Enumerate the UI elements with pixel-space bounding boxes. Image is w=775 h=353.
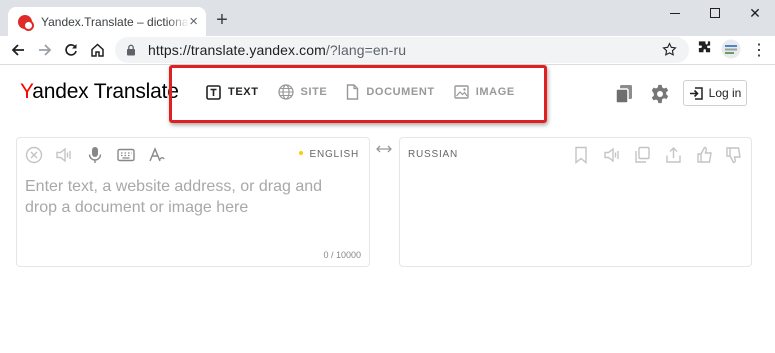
- target-panel: RUSSIAN: [399, 137, 752, 267]
- keyboard-icon[interactable]: [117, 146, 135, 164]
- minimize-button[interactable]: [655, 0, 695, 26]
- source-language-label: ENGLISH: [309, 149, 359, 160]
- target-language-selector[interactable]: RUSSIAN: [408, 149, 458, 160]
- handwriting-icon[interactable]: [148, 146, 166, 164]
- extensions-puzzle-icon[interactable]: [697, 40, 712, 55]
- tab-document-label: DOCUMENT: [366, 86, 435, 98]
- character-counter: 0 / 10000: [323, 250, 361, 260]
- detected-language-dot-icon: [299, 151, 304, 156]
- tab-document[interactable]: DOCUMENT: [346, 84, 434, 100]
- login-icon: [689, 86, 703, 100]
- text-icon: [206, 84, 221, 100]
- new-tab-button[interactable]: +: [212, 10, 232, 30]
- tab-text[interactable]: TEXT: [206, 84, 259, 100]
- settings-gear-icon[interactable]: [650, 84, 670, 104]
- swap-languages-icon[interactable]: [376, 144, 392, 154]
- thumbs-down-icon[interactable]: [725, 146, 742, 164]
- bookmark-icon[interactable]: [573, 146, 589, 164]
- tab-site[interactable]: SITE: [277, 84, 328, 100]
- target-language-label: RUSSIAN: [408, 149, 459, 160]
- maximize-button[interactable]: [695, 0, 735, 26]
- source-text-input[interactable]: Enter text, a website address, or drag a…: [25, 176, 345, 218]
- tab-title: Yandex.Translate – dictionary a: [41, 14, 189, 29]
- profile-avatar-icon[interactable]: [721, 39, 741, 59]
- clear-text-icon[interactable]: [25, 146, 43, 164]
- home-icon: [90, 43, 104, 57]
- browser-tab[interactable]: Yandex.Translate – dictionary a ×: [8, 7, 206, 36]
- browser-toolbar: https://translate.yandex.com/?lang=en-ru…: [0, 36, 775, 65]
- target-speaker-icon[interactable]: [603, 146, 621, 164]
- copy-icon[interactable]: [634, 146, 651, 164]
- speaker-icon[interactable]: [55, 146, 73, 164]
- home-button[interactable]: [86, 39, 108, 61]
- tab-close-icon[interactable]: ×: [189, 14, 198, 29]
- source-panel: ENGLISH Enter text, a website address, o…: [16, 137, 370, 267]
- browser-tabstrip: Yandex.Translate – dictionary a × + ✕: [0, 0, 775, 36]
- thumbs-up-icon[interactable]: [696, 146, 713, 164]
- lock-icon: [127, 44, 135, 56]
- yandex-favicon-icon: [18, 14, 34, 31]
- tab-image[interactable]: IMAGE: [454, 85, 515, 99]
- collections-icon[interactable]: [614, 84, 634, 104]
- forward-button[interactable]: [34, 39, 56, 61]
- arrow-left-icon: [11, 44, 24, 56]
- globe-icon: [277, 84, 294, 100]
- back-button[interactable]: [7, 39, 29, 61]
- window-close-button[interactable]: ✕: [735, 0, 775, 26]
- image-icon: [454, 85, 469, 99]
- reload-button[interactable]: [60, 39, 82, 61]
- mode-tabs: TEXT SITE DOCUMENT IMAGE: [206, 84, 534, 100]
- document-icon: [347, 84, 359, 100]
- browser-menu-icon[interactable]: ⋮: [748, 39, 770, 61]
- address-bar[interactable]: https://translate.yandex.com/?lang=en-ru: [115, 37, 689, 63]
- microphone-icon[interactable]: [87, 146, 103, 164]
- share-icon[interactable]: [665, 146, 682, 164]
- arrow-right-icon: [39, 44, 52, 56]
- login-label: Log in: [708, 86, 742, 100]
- tab-text-label: TEXT: [228, 86, 259, 98]
- tab-site-label: SITE: [300, 86, 328, 98]
- login-button[interactable]: Log in: [683, 80, 747, 106]
- bookmark-star-icon[interactable]: [662, 42, 677, 57]
- window-controls: ✕: [655, 0, 775, 26]
- reload-icon: [65, 44, 77, 56]
- source-language-selector[interactable]: ENGLISH: [299, 149, 359, 160]
- tab-image-label: IMAGE: [475, 86, 515, 98]
- url-text: https://translate.yandex.com/?lang=en-ru: [148, 42, 407, 58]
- translate-page: Yandex Translate TEXT SITE DOCUMENT IMAG…: [0, 65, 775, 353]
- yandex-translate-logo[interactable]: Yandex Translate: [20, 80, 179, 104]
